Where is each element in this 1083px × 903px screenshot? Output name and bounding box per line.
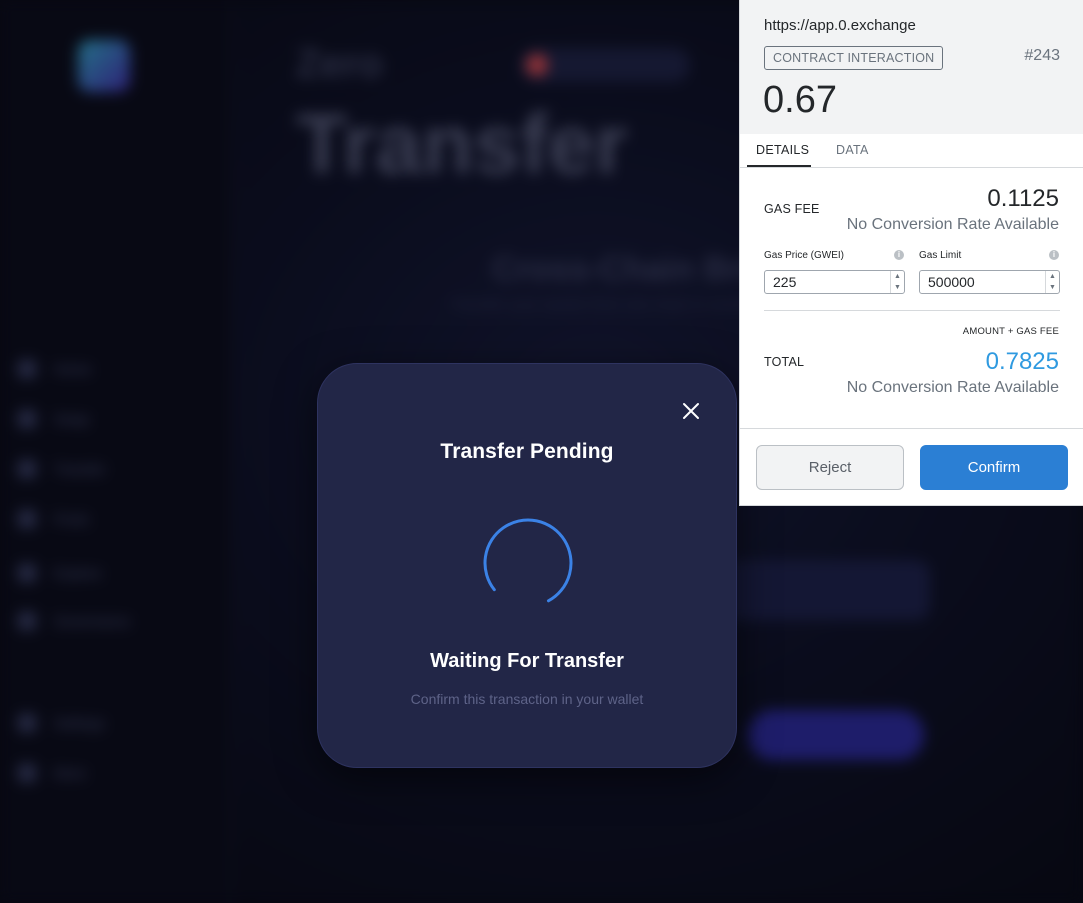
app-logo	[78, 40, 130, 92]
total-caption: AMOUNT + GAS FEE	[962, 326, 1059, 337]
divider	[764, 310, 1060, 311]
gas-fee-conversion: No Conversion Rate Available	[846, 216, 1059, 233]
chevron-down-icon[interactable]: ▼	[1046, 282, 1059, 293]
footer-divider	[740, 428, 1083, 429]
bg-action-button	[748, 710, 924, 760]
close-icon[interactable]	[678, 398, 704, 424]
bg-nav-item: Transfer	[18, 460, 106, 478]
modal-hint: Confirm this transaction in your wallet	[410, 691, 644, 707]
tab-data[interactable]: DATA	[836, 143, 869, 157]
transaction-nonce: #243	[1024, 47, 1060, 64]
contract-interaction-badge: CONTRACT INTERACTION	[764, 46, 944, 70]
bg-nav-item: Governance	[18, 612, 130, 630]
confirm-button[interactable]: Confirm	[920, 445, 1068, 490]
tab-details[interactable]: DETAILS	[756, 143, 809, 157]
origin-url: https://app.0.exchange	[764, 17, 916, 34]
gas-price-label: Gas Price (GWEI)	[764, 250, 845, 261]
gas-fee-label: GAS FEE	[764, 202, 820, 216]
bg-nav-item: Explore	[18, 564, 101, 582]
wallet-tabs: DETAILS DATA	[740, 134, 1083, 168]
gas-limit-info-icon[interactable]: i	[1049, 250, 1059, 260]
wallet-header: https://app.0.exchange CONTRACT INTERACT…	[740, 0, 1083, 134]
chevron-down-icon[interactable]: ▼	[891, 282, 904, 293]
gas-limit-field[interactable]	[920, 271, 1043, 293]
reject-button[interactable]: Reject	[756, 445, 904, 490]
gas-limit-input[interactable]: ▲ ▼	[919, 270, 1060, 294]
bg-network-pill	[520, 48, 690, 82]
background-sidebar: Home Swap Transfer Pools Explore Governa…	[0, 0, 232, 903]
bg-brand: Zero	[296, 42, 383, 86]
gas-price-input[interactable]: ▲ ▼	[764, 270, 905, 294]
total-label: TOTAL	[764, 355, 805, 369]
chevron-up-icon[interactable]: ▲	[1046, 271, 1059, 282]
bg-nav-item: More	[18, 764, 86, 782]
modal-title: Transfer Pending	[440, 440, 614, 463]
bg-nav-item: Settings	[18, 714, 105, 732]
gas-fee-value: 0.1125	[987, 185, 1059, 212]
modal-status: Waiting For Transfer	[430, 650, 624, 672]
bg-nav-item: Swap	[18, 410, 89, 428]
gas-limit-label: Gas Limit	[919, 250, 962, 261]
active-tab-indicator	[747, 165, 811, 167]
transaction-amount: 0.67	[763, 79, 837, 121]
loading-spinner-icon	[482, 517, 574, 609]
total-value: 0.7825	[985, 348, 1059, 375]
bg-nav-item: Home	[18, 360, 91, 378]
transfer-pending-modal: Transfer Pending Waiting For Transfer Co…	[317, 363, 737, 768]
wallet-popup: https://app.0.exchange CONTRACT INTERACT…	[739, 0, 1083, 506]
bg-page-title: Transfer	[296, 97, 628, 191]
gas-price-stepper[interactable]: ▲ ▼	[890, 271, 904, 293]
bg-nav-item: Pools	[18, 510, 89, 528]
gas-price-info-icon[interactable]: i	[894, 250, 904, 260]
gas-limit-stepper[interactable]: ▲ ▼	[1045, 271, 1059, 293]
chevron-up-icon[interactable]: ▲	[891, 271, 904, 282]
bg-description: Transfer your assets from one chain to a…	[450, 296, 762, 313]
total-conversion: No Conversion Rate Available	[846, 379, 1059, 396]
gas-price-field[interactable]	[765, 271, 888, 293]
